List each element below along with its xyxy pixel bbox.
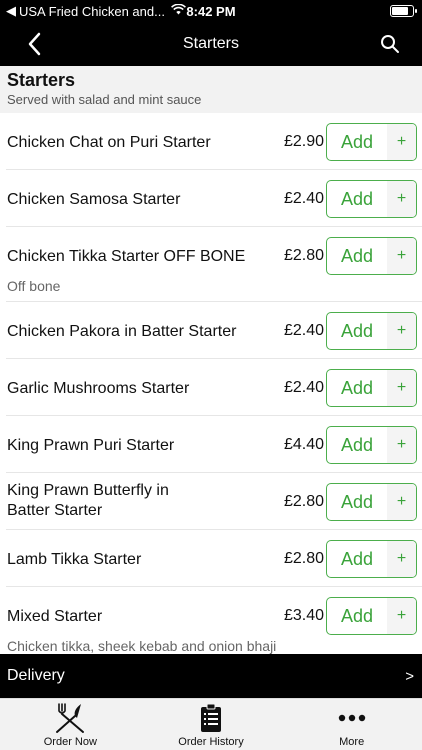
back-to-app[interactable]: ◀ USA Fried Chicken and...: [6, 3, 165, 19]
back-app-label: USA Fried Chicken and...: [19, 3, 165, 19]
add-label: Add: [340, 131, 374, 152]
add-label: Add: [340, 377, 374, 398]
item-price: £2.80: [283, 247, 324, 264]
tab-label: More: [339, 736, 365, 748]
item-name: Chicken Tikka Starter OFF BONE: [7, 248, 246, 265]
add-button[interactable]: Add +: [326, 426, 417, 464]
add-label: Add: [340, 320, 374, 341]
tab-order-now[interactable]: Order Now: [0, 699, 141, 750]
menu-item[interactable]: Lamb Tikka Starter £2.80 Add +: [6, 530, 422, 587]
chevron-left-icon: [28, 32, 41, 56]
menu-item[interactable]: Chicken Tikka Starter OFF BONE £2.80 Add…: [6, 227, 422, 302]
menu-item[interactable]: Chicken Samosa Starter £2.40 Add +: [6, 170, 422, 227]
search-button[interactable]: [376, 30, 404, 58]
item-name: Lamb Tikka Starter: [7, 551, 142, 568]
add-button[interactable]: Add +: [326, 597, 417, 635]
add-button[interactable]: Add +: [326, 237, 417, 275]
add-label: Add: [340, 188, 374, 209]
clipboard-icon: [199, 701, 223, 735]
category-header: Starters Served with salad and mint sauc…: [0, 66, 422, 113]
tab-bar: Order Now Order History More: [0, 698, 422, 750]
item-name: Mixed Starter: [7, 608, 103, 625]
item-description: Chicken tikka, sheek kebab and onion bha…: [7, 638, 277, 654]
plus-icon: +: [387, 484, 416, 520]
add-label: Add: [340, 548, 374, 569]
item-price: £2.80: [283, 493, 324, 510]
item-name: Garlic Mushrooms Starter: [7, 380, 190, 397]
item-price: £2.40: [283, 322, 324, 339]
status-bar: ◀ USA Fried Chicken and... 8:42 PM: [0, 0, 422, 22]
item-price: £2.90: [283, 133, 324, 150]
menu-item[interactable]: King Prawn Puri Starter £4.40 Add +: [6, 416, 422, 473]
item-description: Off bone: [7, 278, 61, 294]
menu-item[interactable]: King Prawn Butterfly in Batter Starter £…: [6, 473, 422, 530]
add-label: Add: [340, 605, 374, 626]
menu-list[interactable]: Starters Served with salad and mint sauc…: [0, 66, 422, 654]
page-title: Starters: [182, 35, 239, 52]
delivery-bar[interactable]: Delivery >: [0, 654, 422, 698]
tab-label: Order History: [178, 736, 244, 748]
battery-icon: [390, 5, 417, 17]
add-label: Add: [340, 434, 374, 455]
tab-label: Order Now: [43, 736, 97, 748]
fork-knife-icon: [53, 701, 87, 735]
item-name: Chicken Pakora in Batter Starter: [7, 323, 237, 340]
item-name: Chicken Samosa Starter: [7, 191, 181, 208]
add-button[interactable]: Add +: [326, 312, 417, 350]
menu-item[interactable]: Chicken Chat on Puri Starter £2.90 Add +: [6, 113, 422, 170]
delivery-label: Delivery: [7, 667, 65, 684]
back-triangle-icon: ◀: [6, 3, 16, 18]
search-icon: [381, 35, 399, 53]
tab-order-history[interactable]: Order History: [141, 699, 282, 750]
item-price: £2.80: [283, 550, 324, 567]
plus-icon: +: [387, 541, 416, 577]
plus-icon: +: [387, 427, 416, 463]
add-label: Add: [340, 245, 374, 266]
add-label: Add: [340, 491, 374, 512]
add-button[interactable]: Add +: [326, 123, 417, 161]
item-price: £4.40: [283, 436, 324, 453]
item-name: King Prawn Butterfly in Batter Starter: [7, 482, 169, 519]
add-button[interactable]: Add +: [326, 369, 417, 407]
plus-icon: +: [387, 598, 416, 634]
menu-item[interactable]: Garlic Mushrooms Starter £2.40 Add +: [6, 359, 422, 416]
plus-icon: +: [387, 124, 416, 160]
back-button[interactable]: [20, 30, 48, 58]
item-name: Chicken Chat on Puri Starter: [7, 134, 211, 151]
add-button[interactable]: Add +: [326, 540, 417, 578]
plus-icon: +: [387, 238, 416, 274]
menu-item[interactable]: Mixed Starter £3.40 Add + Chicken tikka,…: [6, 587, 422, 654]
more-dots-icon: [338, 701, 366, 735]
category-name: Starters: [7, 70, 76, 90]
item-name: King Prawn Puri Starter: [7, 437, 175, 454]
menu-item[interactable]: Chicken Pakora in Batter Starter £2.40 A…: [6, 302, 422, 359]
chevron-right-icon: >: [405, 667, 414, 685]
add-button[interactable]: Add +: [326, 180, 417, 218]
item-price: £2.40: [283, 190, 324, 207]
plus-icon: +: [387, 370, 416, 406]
nav-bar: Starters: [0, 22, 422, 66]
plus-icon: +: [387, 313, 416, 349]
item-price: £3.40: [283, 607, 324, 624]
plus-icon: +: [387, 181, 416, 217]
item-price: £2.40: [283, 379, 324, 396]
wifi-icon: [171, 3, 186, 18]
category-description: Served with salad and mint sauce: [7, 92, 202, 107]
add-button[interactable]: Add +: [326, 483, 417, 521]
tab-more[interactable]: More: [281, 699, 422, 750]
